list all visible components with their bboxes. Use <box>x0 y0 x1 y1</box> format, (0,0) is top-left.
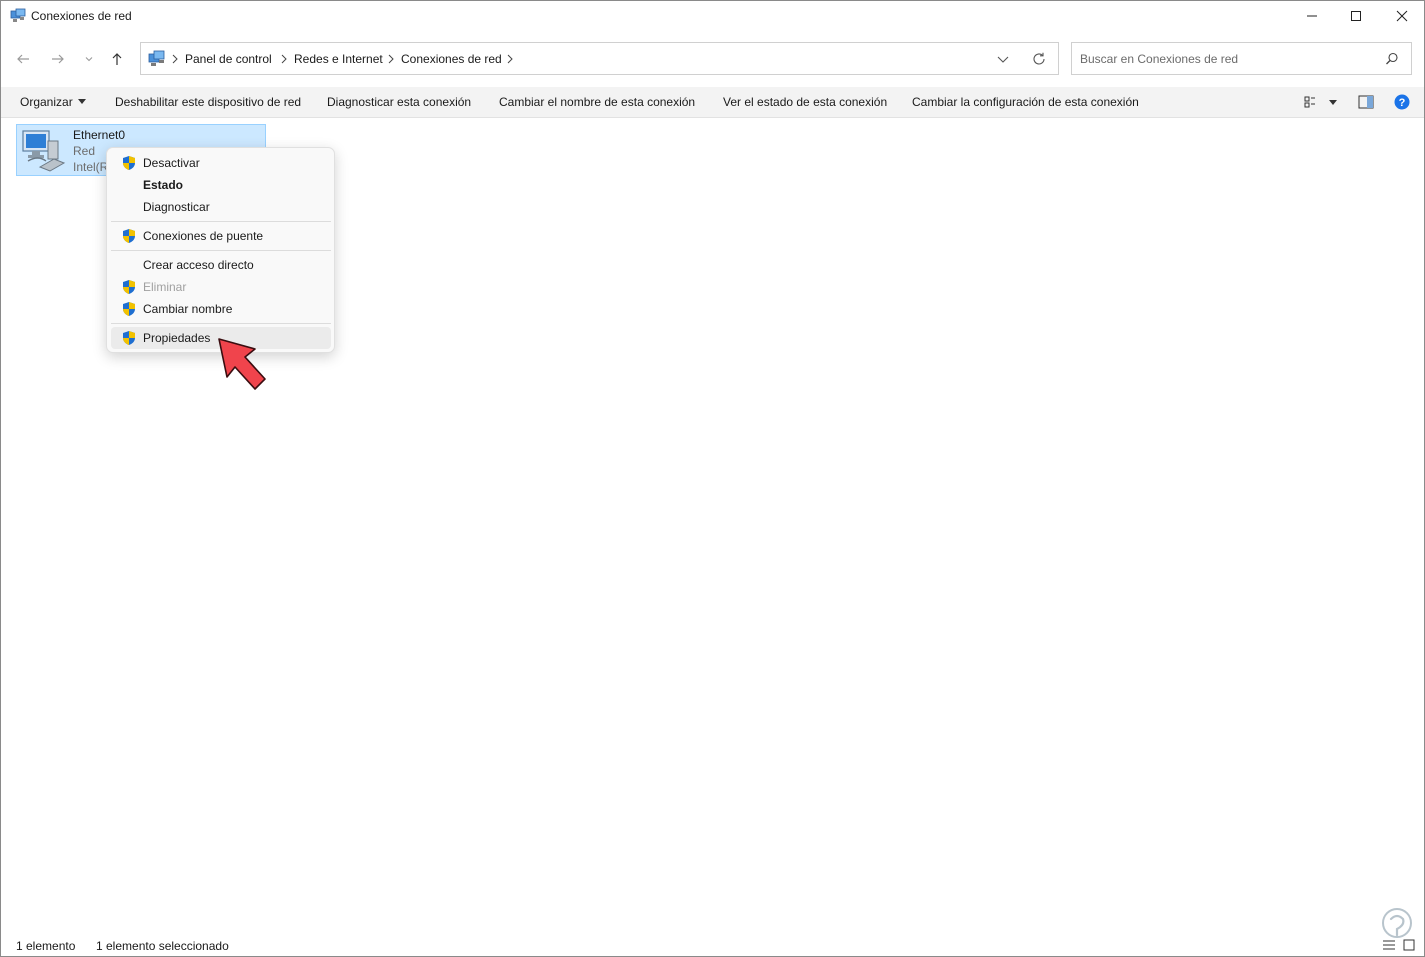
menu-item-label: Diagnosticar <box>143 200 210 214</box>
help-icon: ? <box>1394 94 1410 110</box>
menu-item-diagnosticar[interactable]: Diagnosticar <box>111 196 331 218</box>
menu-item-conexiones-de-puente[interactable]: Conexiones de puente <box>111 225 331 247</box>
help-button[interactable]: ? <box>1394 94 1410 110</box>
watermark-logo-icon <box>1375 905 1419 949</box>
window-title: Conexiones de red <box>31 9 132 23</box>
view-tiles-icon <box>1304 96 1315 108</box>
menu-item-label: Crear acceso directo <box>143 258 254 272</box>
breadcrumb-separator-icon <box>171 53 179 65</box>
control-panel-icon <box>148 50 166 68</box>
up-button[interactable] <box>105 47 129 71</box>
menu-item-estado[interactable]: Estado <box>111 174 331 196</box>
menu-item-label: Cambiar nombre <box>143 302 233 316</box>
explorer-window: Conexiones de red Panel de control Redes… <box>0 0 1425 957</box>
status-item-count: 1 elemento <box>16 939 76 953</box>
connection-name: Ethernet0 <box>73 128 126 142</box>
search-icon <box>1385 52 1399 66</box>
arrow-up-icon <box>112 53 122 65</box>
menu-item-desactivar[interactable]: Desactivar <box>111 152 331 174</box>
close-button[interactable] <box>1379 1 1425 31</box>
breadcrumb-panel-de-control[interactable]: Panel de control <box>185 52 272 66</box>
caret-down-icon <box>1329 100 1337 105</box>
uac-shield-icon <box>121 301 137 317</box>
preview-pane-icon <box>1358 95 1374 109</box>
menu-separator <box>111 323 331 324</box>
menu-item-label: Eliminar <box>143 280 187 294</box>
title-bar[interactable]: Conexiones de red <box>1 1 1424 33</box>
uac-shield-icon <box>121 228 137 244</box>
breadcrumb-separator-icon <box>280 53 288 65</box>
organize-menu-button[interactable]: Organizar <box>20 95 86 109</box>
view-options-button[interactable] <box>1303 94 1319 110</box>
view-dropdown-button[interactable] <box>1325 94 1341 110</box>
menu-item-label: Conexiones de puente <box>143 229 264 243</box>
address-history-button[interactable] <box>995 52 1011 66</box>
caret-down-icon <box>77 99 86 105</box>
context-menu: Desactivar Estado Diagnosticar Conexione… <box>106 147 335 353</box>
change-settings-button[interactable]: Cambiar la configuración de esta conexió… <box>912 95 1139 109</box>
disable-device-button[interactable]: Deshabilitar este dispositivo de red <box>115 95 301 109</box>
menu-item-cambiar-nombre[interactable]: Cambiar nombre <box>111 298 331 320</box>
uac-shield-icon <box>121 330 137 346</box>
red-arrow-pointer-icon <box>215 335 271 393</box>
status-bar: 1 elemento 1 elemento seleccionado <box>1 936 1424 956</box>
uac-shield-icon <box>121 279 137 295</box>
back-button[interactable] <box>11 47 35 71</box>
network-connections-icon <box>10 8 26 24</box>
rename-connection-button[interactable]: Cambiar el nombre de esta conexión <box>499 95 695 109</box>
network-adapter-icon <box>20 127 68 173</box>
command-bar: Organizar Deshabilitar este dispositivo … <box>1 87 1424 118</box>
svg-text:?: ? <box>1399 97 1406 109</box>
status-selected-count: 1 elemento seleccionado <box>96 939 229 953</box>
arrow-right-icon <box>52 54 64 64</box>
view-status-button[interactable]: Ver el estado de esta conexión <box>723 95 887 109</box>
chevron-down-icon <box>85 57 93 62</box>
organize-label: Organizar <box>20 95 73 109</box>
search-input[interactable]: Buscar en Conexiones de red <box>1071 42 1412 75</box>
breadcrumb-separator-icon <box>387 53 395 65</box>
refresh-button[interactable] <box>1031 51 1047 67</box>
preview-pane-button[interactable] <box>1358 94 1374 110</box>
breadcrumb-conexiones-de-red[interactable]: Conexiones de red <box>401 52 502 66</box>
menu-item-crear-acceso-directo[interactable]: Crear acceso directo <box>111 254 331 276</box>
menu-item-label: Propiedades <box>143 331 211 345</box>
breadcrumb-separator-icon[interactable] <box>506 53 514 65</box>
connection-network: Red <box>73 144 96 158</box>
diagnose-connection-button[interactable]: Diagnosticar esta conexión <box>327 95 471 109</box>
menu-separator <box>111 221 331 222</box>
navigation-bar: Panel de control Redes e Internet Conexi… <box>1 39 1424 79</box>
chevron-down-icon <box>997 56 1009 63</box>
forward-button[interactable] <box>46 47 70 71</box>
minimize-button[interactable] <box>1289 1 1335 31</box>
connection-adapter: Intel(R <box>73 160 109 174</box>
menu-separator <box>111 250 331 251</box>
menu-item-label: Estado <box>143 178 184 192</box>
breadcrumb-redes-e-internet[interactable]: Redes e Internet <box>294 52 383 66</box>
arrow-left-icon <box>17 54 29 64</box>
menu-item-label: Desactivar <box>143 156 200 170</box>
refresh-icon <box>1033 52 1045 65</box>
recent-locations-button[interactable] <box>77 47 101 71</box>
search-placeholder: Buscar en Conexiones de red <box>1080 52 1239 66</box>
maximize-button[interactable] <box>1333 1 1379 31</box>
menu-item-eliminar: Eliminar <box>111 276 331 298</box>
uac-shield-icon <box>121 155 137 171</box>
address-bar[interactable]: Panel de control Redes e Internet Conexi… <box>140 42 1059 75</box>
